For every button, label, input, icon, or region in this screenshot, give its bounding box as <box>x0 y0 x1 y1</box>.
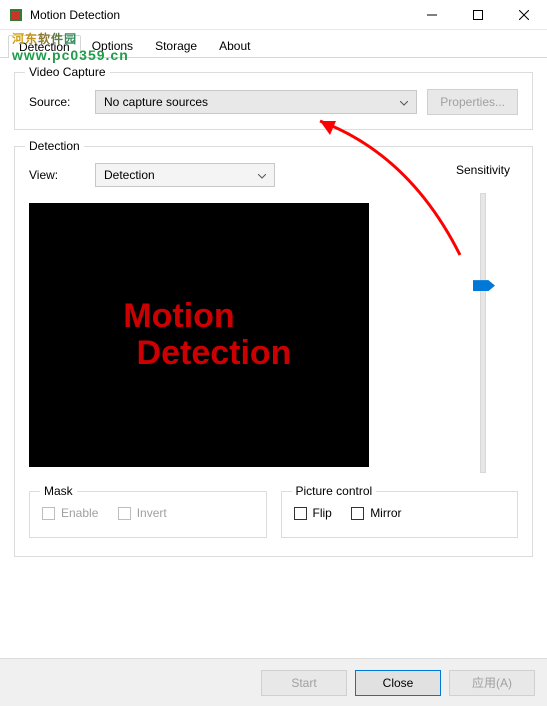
window-title: Motion Detection <box>30 8 409 22</box>
source-dropdown-value: No capture sources <box>104 95 208 109</box>
mask-legend: Mask <box>40 484 77 498</box>
sensitivity-thumb[interactable] <box>473 280 495 291</box>
detection-legend: Detection <box>25 139 84 153</box>
dialog-footer: Start Close 应用(A) <box>0 658 547 706</box>
picture-control-legend: Picture control <box>292 484 377 498</box>
view-label: View: <box>29 168 85 182</box>
view-dropdown[interactable]: Detection <box>95 163 275 187</box>
mask-group: Mask Enable Invert <box>29 491 267 538</box>
source-label: Source: <box>29 95 85 109</box>
checkbox-icon <box>351 507 364 520</box>
chevron-down-icon <box>258 168 266 182</box>
properties-button[interactable]: Properties... <box>427 89 518 115</box>
video-capture-legend: Video Capture <box>25 65 110 79</box>
sensitivity-label: Sensitivity <box>456 163 510 177</box>
preview-text-1: Motion <box>123 298 234 335</box>
enable-label: Enable <box>61 506 98 520</box>
tab-about[interactable]: About <box>208 34 261 57</box>
checkbox-icon <box>294 507 307 520</box>
tab-storage[interactable]: Storage <box>144 34 208 57</box>
mirror-label: Mirror <box>370 506 401 520</box>
minimize-button[interactable] <box>409 0 455 30</box>
preview-area: Motion Detection <box>29 203 369 467</box>
maximize-button[interactable] <box>455 0 501 30</box>
flip-label: Flip <box>313 506 332 520</box>
sensitivity-slider[interactable] <box>480 193 486 473</box>
close-dialog-button[interactable]: Close <box>355 670 441 696</box>
detection-group: Detection View: Detection Motion Detecti… <box>14 146 533 557</box>
tab-detection[interactable]: Detection <box>8 35 81 58</box>
source-dropdown[interactable]: No capture sources <box>95 90 417 114</box>
flip-checkbox[interactable]: Flip <box>294 506 332 520</box>
picture-control-group: Picture control Flip Mirror <box>281 491 519 538</box>
enable-checkbox[interactable]: Enable <box>42 506 98 520</box>
preview-text-2: Detection <box>137 335 292 372</box>
checkbox-icon <box>42 507 55 520</box>
start-button[interactable]: Start <box>261 670 347 696</box>
title-bar: Motion Detection <box>0 0 547 30</box>
tab-options[interactable]: Options <box>81 34 144 57</box>
mirror-checkbox[interactable]: Mirror <box>351 506 401 520</box>
invert-checkbox[interactable]: Invert <box>118 506 167 520</box>
video-capture-group: Video Capture Source: No capture sources… <box>14 72 533 130</box>
tab-bar: Detection Options Storage About <box>0 30 547 58</box>
chevron-down-icon <box>400 95 408 109</box>
checkbox-icon <box>118 507 131 520</box>
app-icon <box>8 7 24 23</box>
apply-button[interactable]: 应用(A) <box>449 670 535 696</box>
view-dropdown-value: Detection <box>104 168 155 182</box>
close-button[interactable] <box>501 0 547 30</box>
invert-label: Invert <box>137 506 167 520</box>
